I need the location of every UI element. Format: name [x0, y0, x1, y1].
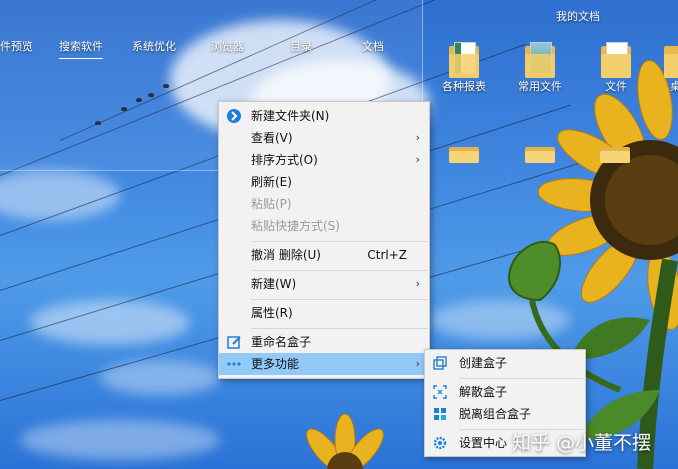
chevron-right-icon: › — [415, 131, 420, 144]
submenu-item-label: 脱离组合盒子 — [459, 407, 532, 421]
folder-icon — [601, 42, 631, 78]
menu-item-label: 属性(R) — [251, 306, 293, 320]
menu-item-label: 刷新(E) — [251, 175, 292, 189]
fence-tab-preview[interactable]: 件预览 — [0, 38, 33, 54]
watermark: 知乎 @小董不摆 — [512, 432, 652, 454]
menu-separator — [251, 241, 427, 242]
menu-item-paste-shortcut: 粘贴快捷方式(S) — [219, 215, 429, 237]
fence-title: 我的文档 — [556, 10, 600, 23]
menu-item-label: 新建(W) — [251, 277, 297, 291]
submenu-item-dissolve-box[interactable]: 解散盒子 — [425, 381, 585, 403]
spreadsheet-folder-icon — [449, 42, 479, 78]
menu-item-undo-delete[interactable]: 撤消 删除(U) Ctrl+Z — [219, 244, 429, 266]
more-icon — [227, 362, 241, 366]
desktop-icon-common-files[interactable]: 常用文件 — [510, 42, 570, 94]
menu-item-new-folder[interactable]: 新建文件夹(N) — [219, 105, 429, 127]
edit-icon — [227, 336, 241, 349]
menu-item-label: 撤消 删除(U) — [251, 248, 321, 262]
new-folder-icon — [227, 109, 241, 123]
desktop-icon-files[interactable]: 文件 — [586, 42, 646, 94]
menu-item-label: 更多功能 — [251, 357, 300, 371]
folder-icon[interactable] — [449, 145, 479, 163]
menu-item-paste: 粘贴(P) — [219, 193, 429, 215]
menu-item-rename-box[interactable]: 重命名盒子 — [219, 331, 429, 353]
fence-tab-search-software[interactable]: 搜索软件 — [59, 38, 103, 59]
fence-tab-documents[interactable]: 文档 — [362, 38, 384, 54]
menu-item-properties[interactable]: 属性(R) — [219, 302, 429, 324]
menu-item-label: 排序方式(O) — [251, 153, 318, 167]
folder-icon[interactable] — [525, 145, 555, 163]
menu-item-label: 粘贴快捷方式(S) — [251, 219, 340, 233]
menu-item-label: 新建文件夹(N) — [251, 109, 330, 123]
menu-separator — [251, 328, 427, 329]
submenu-item-ungroup-box[interactable]: 脱离组合盒子 — [425, 403, 585, 425]
desktop-icon-desktop[interactable]: 桌 — [656, 42, 678, 94]
fence-tab-browser[interactable]: 浏览器 — [211, 38, 244, 54]
chevron-right-icon: › — [415, 277, 420, 290]
fence-tab-system-optimize[interactable]: 系统优化 — [132, 38, 176, 54]
menu-item-new[interactable]: 新建(W) › — [219, 273, 429, 295]
menu-item-view[interactable]: 查看(V) › — [219, 127, 429, 149]
submenu-item-create-box[interactable]: 创建盒子 — [425, 352, 585, 374]
menu-item-sort-by[interactable]: 排序方式(O) › — [219, 149, 429, 171]
gear-icon — [433, 436, 447, 450]
ungroup-box-icon — [434, 408, 446, 420]
submenu-item-label: 设置中心 — [459, 436, 508, 450]
menu-item-shortcut: Ctrl+Z — [367, 248, 407, 262]
fence-tab-directory[interactable]: 目录 — [290, 38, 312, 54]
menu-item-label: 粘贴(P) — [251, 197, 292, 211]
menu-item-more-functions[interactable]: 更多功能 › — [219, 353, 429, 375]
menu-item-label: 查看(V) — [251, 131, 293, 145]
folder-icon[interactable] — [600, 145, 630, 163]
desktop-icon-label: 各种报表 — [442, 80, 486, 93]
folder-icon — [664, 42, 678, 78]
chevron-right-icon: › — [415, 153, 420, 166]
desktop-icon-label: 文件 — [605, 80, 627, 93]
submenu-item-label: 创建盒子 — [459, 356, 508, 370]
submenu-item-label: 解散盒子 — [459, 385, 508, 399]
desktop-icon-reports[interactable]: 各种报表 — [434, 42, 494, 94]
chevron-right-icon: › — [415, 357, 420, 370]
menu-separator — [251, 270, 427, 271]
cloud — [20, 420, 220, 460]
menu-separator — [251, 299, 427, 300]
menu-item-refresh[interactable]: 刷新(E) — [219, 171, 429, 193]
sunflower-bottom-left — [306, 413, 384, 469]
photo-folder-icon — [525, 42, 555, 78]
menu-separator — [459, 378, 583, 379]
create-box-icon — [433, 356, 447, 370]
menu-item-label: 重命名盒子 — [251, 335, 312, 349]
context-menu: 新建文件夹(N) 查看(V) › 排序方式(O) › 刷新(E) 粘贴(P) 粘… — [218, 101, 430, 379]
desktop-icon-label: 桌 — [670, 80, 678, 93]
dissolve-box-icon — [433, 385, 447, 399]
desktop-icon-label: 常用文件 — [518, 80, 562, 93]
